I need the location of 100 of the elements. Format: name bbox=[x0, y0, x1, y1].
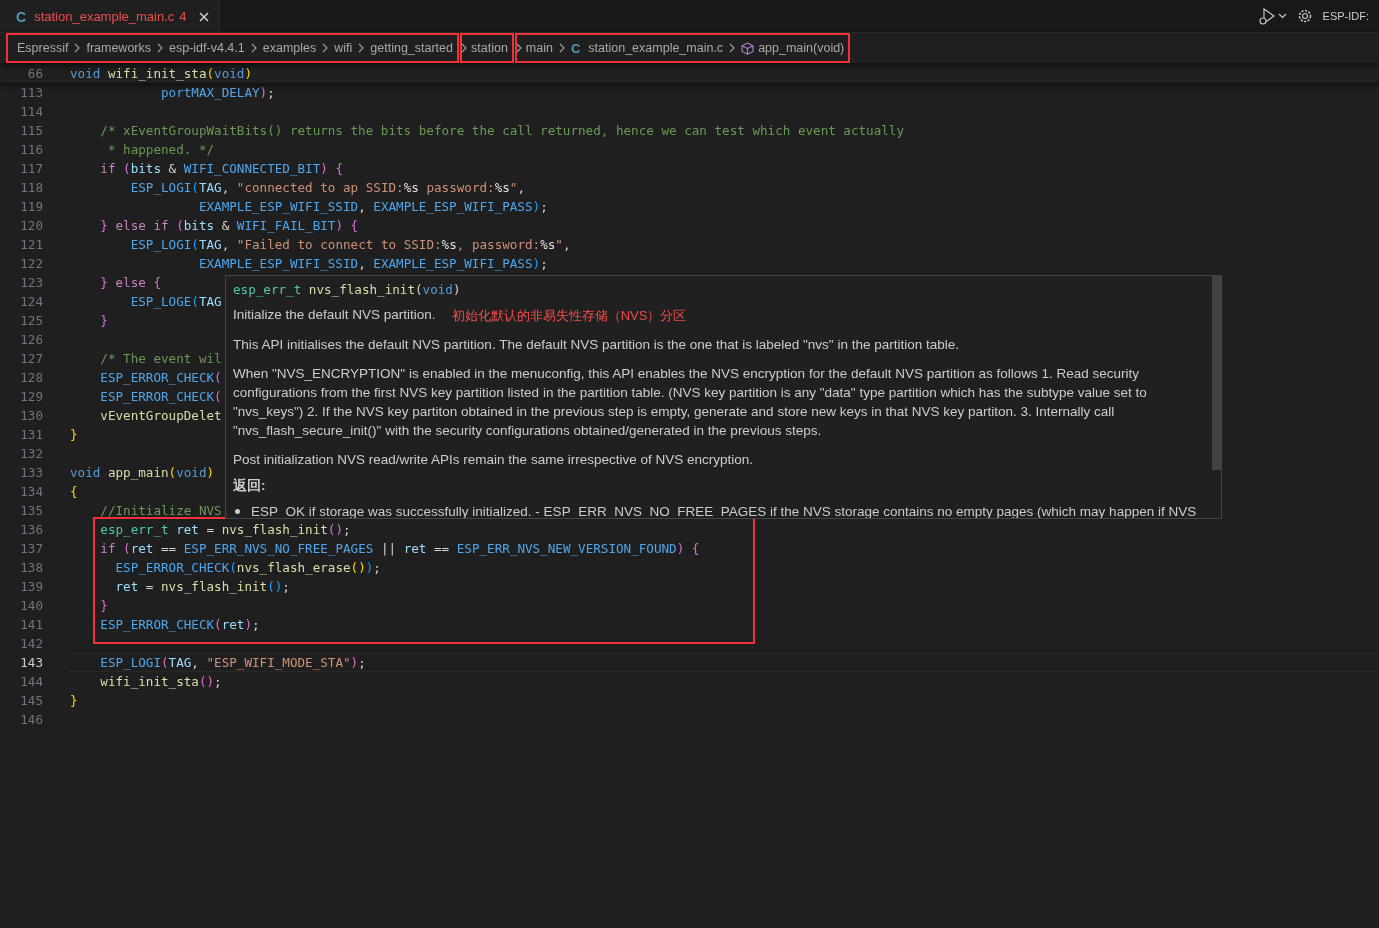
code-line: /* The event wil bbox=[99, 351, 222, 366]
editor-tab[interactable]: C station_example_main.c 4 bbox=[0, 0, 220, 32]
run-debug-icon[interactable] bbox=[1257, 7, 1276, 25]
return-value-text: ESP_OK if storage was successfully initialized. - ESP_ERR_NVS_NO_FREE_PAGES if the NVS storage contains no empty pages (which may happen if NVS bbox=[251, 504, 1197, 518]
code-line: if (bits & WIFI_CONNECTED_BIT) { bbox=[99, 161, 343, 176]
code-line: } bbox=[70, 427, 78, 442]
breadcrumb-item[interactable]: wifi bbox=[334, 41, 353, 55]
breadcrumb-item[interactable]: frameworks bbox=[86, 41, 151, 55]
line-number: 136 bbox=[19, 522, 43, 537]
chevron-icon bbox=[728, 43, 737, 53]
line-number: 144 bbox=[19, 674, 43, 689]
code-line: } else { bbox=[99, 275, 161, 290]
chevron-icon bbox=[73, 43, 82, 53]
chevron-icon bbox=[321, 43, 330, 53]
code-line: ESP_ERROR_CHECK(ret); bbox=[99, 617, 260, 632]
code-line: void wifi_init_sta(void) bbox=[70, 65, 253, 81]
breadcrumb-item[interactable]: examples bbox=[262, 41, 317, 55]
cube-icon bbox=[741, 41, 755, 55]
code-line: esp_err_t ret = nvs_flash_init(); bbox=[99, 522, 351, 537]
line-number: 123 bbox=[19, 275, 43, 290]
doc-paragraph: Post initialization NVS read/write APIs remain the same irrespective of NVS encryption. bbox=[233, 451, 754, 469]
line-number: 117 bbox=[19, 161, 43, 176]
code-line: ESP_LOGI(TAG, "connected to ap SSID:%s password:%s", bbox=[129, 180, 525, 195]
function-signature: esp_err_t nvs_flash_init(void) bbox=[233, 281, 462, 299]
line-number: 120 bbox=[19, 218, 43, 233]
code-line: } bbox=[99, 313, 108, 328]
line-number: 122 bbox=[19, 256, 43, 271]
line-number: 124 bbox=[19, 294, 43, 309]
code-line: ESP_LOGI(TAG, "ESP_WIFI_MODE_STA"); bbox=[99, 655, 366, 670]
translation-text: 初始化默认的非易失性存储（NVS）分区 bbox=[451, 307, 687, 325]
line-number: 114 bbox=[19, 104, 43, 119]
code-line: { bbox=[70, 484, 78, 499]
line-number: 118 bbox=[19, 180, 43, 195]
line-number: 141 bbox=[19, 617, 43, 632]
breadcrumb-item[interactable]: app_main(void) bbox=[741, 41, 845, 55]
doc-paragraph: This API initialises the default NVS partition. The default NVS partition is the one that is labeled "nvs" in the partition table. bbox=[233, 336, 960, 354]
chevron-icon bbox=[156, 43, 164, 53]
code-line: void app_main(void) bbox=[70, 465, 215, 480]
chevron-icon bbox=[249, 43, 258, 53]
chevron-icon bbox=[514, 43, 523, 53]
bullet-icon bbox=[235, 509, 240, 514]
line-number: 125 bbox=[19, 313, 43, 328]
line-number: 135 bbox=[19, 503, 43, 518]
code-line: * happened. */ bbox=[106, 142, 215, 157]
code-line: } else if (bits & WIFI_FAIL_BIT) { bbox=[99, 218, 359, 233]
code-line: vEventGroupDelet bbox=[99, 408, 222, 423]
scrollbar-thumb[interactable] bbox=[1212, 276, 1221, 470]
breadcrumb-item[interactable]: C station_example_main.c bbox=[570, 40, 724, 56]
line-number: 131 bbox=[19, 427, 43, 442]
line-number: 129 bbox=[19, 389, 43, 404]
line-number: 126 bbox=[19, 332, 43, 347]
summary-text: Initialize the default NVS partition. bbox=[233, 307, 436, 324]
line-number: 115 bbox=[19, 123, 43, 138]
breadcrumb-item[interactable]: esp-idf-v4.4.1 bbox=[169, 41, 245, 55]
line-number: 137 bbox=[19, 541, 43, 556]
line-number: 128 bbox=[19, 370, 43, 385]
code-line: ESP_LOGE(TAG bbox=[129, 294, 222, 309]
line-number: 119 bbox=[19, 199, 43, 214]
code-line: ret = nvs_flash_init(); bbox=[114, 579, 290, 594]
line-number: 142 bbox=[19, 636, 43, 651]
code-line: ESP_ERROR_CHECK( bbox=[99, 389, 222, 404]
returns-heading: 返回: bbox=[233, 477, 267, 495]
line-number: 143 bbox=[19, 655, 43, 670]
doc-paragraph: When "NVS_ENCRYPTION" is enabled in the menuconfig, this API enables the NVS encryption for the default NVS partition as follows 1. Read security configurations from the first NVS key partition listed in the partition table. (NVS key partition is any "data" type partition which has the subtype value set to "nvs_keys") 2. If the NVS key partiton obtained in the previous step is empty, generate and store new keys in that NVS key partiton. 3. Internally call "nvs_flash_secure_init()" with the security configurations obtained/generated in the previous steps. bbox=[233, 365, 1148, 440]
code-line: /* xEventGroupWaitBits() returns the bits before the call returned, hence we can test which event actually bbox=[99, 123, 905, 138]
line-number: 138 bbox=[19, 560, 43, 575]
code-line: ESP_ERROR_CHECK( bbox=[99, 370, 222, 385]
code-line: ESP_LOGI(TAG, "Failed to connect to SSID:%s, password:%s", bbox=[129, 237, 571, 252]
code-line: } bbox=[70, 693, 78, 708]
line-number: 113 bbox=[19, 85, 43, 100]
line-number: 130 bbox=[19, 408, 43, 423]
line-number: 127 bbox=[19, 351, 43, 366]
line-number: 139 bbox=[19, 579, 43, 594]
code-line: portMAX_DELAY); bbox=[160, 85, 275, 100]
close-icon[interactable] bbox=[197, 10, 210, 23]
line-number: 116 bbox=[19, 142, 43, 157]
code-line: //Initialize NVS bbox=[99, 503, 222, 518]
line-number: 133 bbox=[19, 465, 43, 480]
line-number: 66 bbox=[26, 65, 43, 81]
status-label[interactable]: ESP-IDF: bbox=[1322, 10, 1369, 22]
chevron-icon bbox=[357, 43, 366, 53]
breadcrumb-item[interactable]: getting_started bbox=[370, 41, 453, 55]
code-line: wifi_init_sta(); bbox=[99, 674, 222, 689]
line-number: 145 bbox=[19, 693, 43, 708]
breadcrumb-item[interactable]: main bbox=[525, 41, 553, 55]
line-number: 146 bbox=[19, 712, 43, 727]
chevron-icon bbox=[557, 43, 566, 53]
breadcrumb-item[interactable]: Espressif bbox=[17, 41, 69, 55]
code-line: ESP_ERROR_CHECK(nvs_flash_erase()); bbox=[114, 560, 381, 575]
line-number: 140 bbox=[19, 598, 43, 613]
code-line: EXAMPLE_ESP_WIFI_SSID, EXAMPLE_ESP_WIFI_PASS); bbox=[197, 199, 548, 214]
breadcrumb-item[interactable]: station bbox=[471, 41, 508, 55]
code-line: } bbox=[99, 598, 108, 613]
caret-icon[interactable] bbox=[1277, 13, 1287, 19]
code-line: EXAMPLE_ESP_WIFI_SSID, EXAMPLE_ESP_WIFI_PASS); bbox=[197, 256, 548, 271]
line-number: 121 bbox=[19, 237, 43, 252]
line-number: 134 bbox=[19, 484, 43, 499]
chevron-icon bbox=[460, 43, 468, 53]
line-number: 132 bbox=[19, 446, 43, 461]
settings-icon[interactable] bbox=[1296, 8, 1313, 24]
